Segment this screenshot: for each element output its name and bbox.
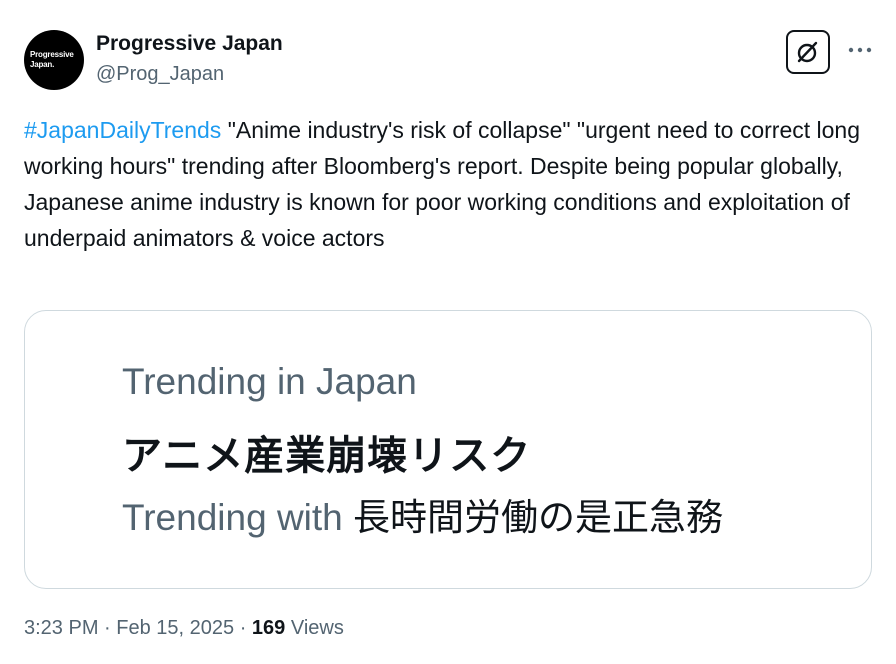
- author-display-name[interactable]: Progressive Japan: [96, 32, 283, 56]
- meta-separator: ·: [98, 617, 117, 639]
- grok-button[interactable]: [786, 30, 830, 74]
- tweet-date[interactable]: Feb 15, 2025: [116, 617, 234, 639]
- tweet-text: #JapanDailyTrends "Anime industry's risk…: [24, 112, 864, 256]
- tweet-metadata: 3:23 PM · Feb 15, 2025 · 169 Views: [24, 617, 344, 640]
- avatar-text-line1: Progressive: [30, 50, 74, 59]
- views-label[interactable]: Views: [285, 617, 344, 639]
- avatar-text-line2: Japan.: [30, 60, 55, 69]
- card-trending-with-label: Trending with: [122, 497, 354, 538]
- more-dots-icon: [848, 47, 872, 53]
- hashtag-link[interactable]: #JapanDailyTrends: [24, 117, 221, 143]
- card-trending-with: Trending with 長時間労働の是正急務: [122, 487, 723, 541]
- meta-separator: ·: [234, 617, 252, 639]
- tweet-header: Progressive Japan. Progressive Japan @Pr…: [24, 30, 874, 92]
- trending-image-card[interactable]: Trending in Japan アニメ産業崩壊リスク Trending wi…: [24, 310, 872, 589]
- more-options-button[interactable]: [846, 36, 874, 64]
- views-count[interactable]: 169: [252, 617, 285, 639]
- card-trending-with-topic: 長時間労働の是正急務: [353, 497, 724, 538]
- grok-icon: [797, 41, 818, 63]
- tweet-time[interactable]: 3:23 PM: [24, 617, 98, 639]
- avatar[interactable]: Progressive Japan.: [24, 30, 84, 90]
- card-trending-location: Trending in Japan: [122, 361, 417, 402]
- card-trending-topic: アニメ産業崩壊リスク: [122, 434, 532, 478]
- author-handle[interactable]: @Prog_Japan: [96, 63, 224, 86]
